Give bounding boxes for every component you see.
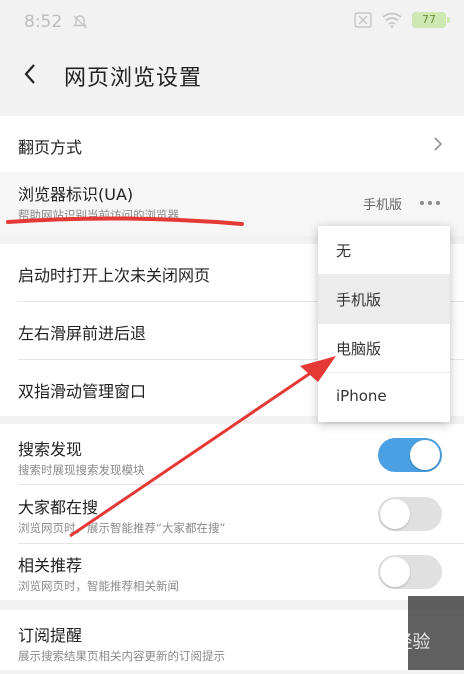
row-related-recommend: 相关推荐 浏览网页时，智能推荐相关新闻: [0, 544, 464, 600]
option-label: 电脑版: [336, 340, 382, 358]
search-discover-toggle[interactable]: [378, 438, 442, 472]
ua-option-mobile[interactable]: 手机版: [318, 275, 450, 323]
watermark-logo: Bai经验: [333, 596, 464, 670]
baidu-jingyan-watermark: Bai经验: [324, 596, 464, 670]
row-search-discover: 搜索发现 搜索时展现搜索发现模块: [0, 424, 464, 484]
row-title: 双指滑动管理窗口: [18, 382, 147, 401]
option-label: 无: [336, 242, 352, 260]
sim-disabled-icon: [354, 12, 372, 28]
option-label: iPhone: [336, 387, 387, 405]
settings-group-1: 翻页方式 浏览器标识(UA) 帮助网站识别当前访问的浏览器 手机版: [0, 116, 464, 236]
option-label: 手机版: [336, 291, 382, 309]
wifi-icon: [382, 12, 402, 28]
ua-dropdown-menu: 无 手机版 电脑版 iPhone: [318, 226, 450, 422]
row-subtitle: 展示搜索结果页相关内容更新的订阅提示: [18, 649, 225, 663]
row-everyone-search: 大家都在搜 浏览网页时，展示智能推荐“大家都在搜”: [0, 485, 464, 543]
page-title: 网页浏览设置: [64, 66, 203, 91]
ua-current-value: 手机版: [362, 198, 402, 213]
watermark-text: Bai经验: [366, 632, 430, 653]
settings-group-3: 搜索发现 搜索时展现搜索发现模块 大家都在搜 浏览网页时，展示智能推荐“大家都在…: [0, 424, 464, 600]
mute-bell-icon: [72, 15, 88, 29]
row-subtitle: 浏览网页时，展示智能推荐“大家都在搜”: [18, 521, 226, 535]
row-title: 相关推荐: [18, 556, 83, 575]
row-subtitle: 帮助网站识别当前访问的浏览器: [18, 208, 179, 222]
row-title: 启动时打开上次未关闭网页: [18, 266, 211, 285]
page-header: 网页浏览设置: [0, 44, 464, 104]
row-page-turn[interactable]: 翻页方式: [0, 116, 464, 172]
row-subtitle: 搜索时展现搜索发现模块: [18, 463, 145, 477]
chevron-right-icon: [434, 137, 443, 151]
more-dots-icon[interactable]: [420, 201, 440, 205]
back-arrow-icon[interactable]: [18, 60, 44, 88]
status-bar: 8:52 77: [0, 0, 464, 44]
row-title: 订阅提醒: [18, 626, 83, 645]
battery-indicator: 77: [412, 12, 450, 28]
row-title: 左右滑屏前进后退: [18, 324, 147, 343]
row-subtitle: 浏览网页时，智能推荐相关新闻: [18, 579, 179, 593]
ua-option-iphone[interactable]: iPhone: [318, 373, 450, 421]
row-title: 大家都在搜: [18, 498, 99, 517]
everyone-search-toggle[interactable]: [378, 497, 442, 531]
status-icons: 77: [354, 12, 450, 28]
ua-option-desktop[interactable]: 电脑版: [318, 324, 450, 372]
ua-option-none[interactable]: 无: [318, 226, 450, 274]
related-recommend-toggle[interactable]: [378, 555, 442, 589]
status-time: 8:52: [24, 12, 63, 32]
row-title: 翻页方式: [18, 138, 83, 157]
row-title: 浏览器标识(UA): [18, 185, 134, 204]
row-title: 搜索发现: [18, 440, 83, 459]
